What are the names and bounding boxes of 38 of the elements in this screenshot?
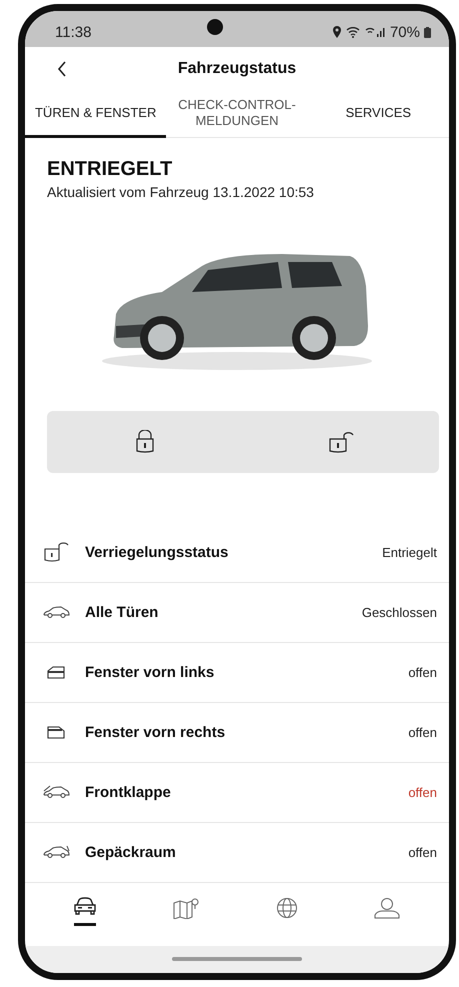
back-icon[interactable] [57, 61, 67, 77]
car-window-icon [46, 665, 66, 679]
tab[interactable]: SERVICES [308, 90, 449, 138]
tab[interactable]: TÜREN & FENSTER [25, 90, 166, 138]
profile-icon [373, 896, 402, 918]
status-label: Fenster vorn links [85, 664, 216, 680]
car-side-icon [42, 605, 70, 619]
page-title: Fahrzeugstatus [178, 60, 296, 78]
status-value: offen [408, 844, 437, 860]
car-side-icon [42, 845, 70, 859]
wifi-icon [346, 26, 360, 38]
status-value: Entriegelt [382, 544, 437, 560]
car-front-icon [72, 896, 97, 914]
battery-icon [424, 26, 431, 38]
car-window-icon [46, 725, 66, 739]
status-label: Gepäckraum [85, 844, 177, 860]
status-label: Alle Türen [85, 604, 160, 620]
status-value: offen [408, 664, 437, 680]
status-label: Fenster vorn rechts [85, 724, 226, 740]
padlock-open-icon [43, 541, 69, 563]
globe-icon [276, 896, 298, 918]
location-pin-icon [332, 26, 342, 38]
tab[interactable]: CHECK-CONTROL- MELDUNGEN [166, 90, 308, 138]
status-value: Geschlossen [362, 604, 437, 620]
lock-status-heading: ENTRIEGELT [47, 158, 174, 182]
map-pin-icon [172, 896, 200, 918]
status-time: 11:38 [55, 24, 92, 40]
camera-hole [207, 19, 223, 35]
padlock-closed-icon [135, 430, 155, 454]
status-label: Frontklappe [85, 784, 172, 800]
status-value: offen [408, 784, 437, 800]
status-label: Verriegelungsstatus [85, 544, 230, 560]
status-value: offen [408, 724, 437, 740]
car-side-icon [42, 785, 70, 799]
signal-icon [364, 26, 386, 38]
padlock-open-icon [328, 430, 354, 454]
battery-percent: 70% [390, 24, 420, 40]
update-timestamp: Aktualisiert vom Fahrzeug 13.1.2022 10:53 [47, 184, 315, 200]
